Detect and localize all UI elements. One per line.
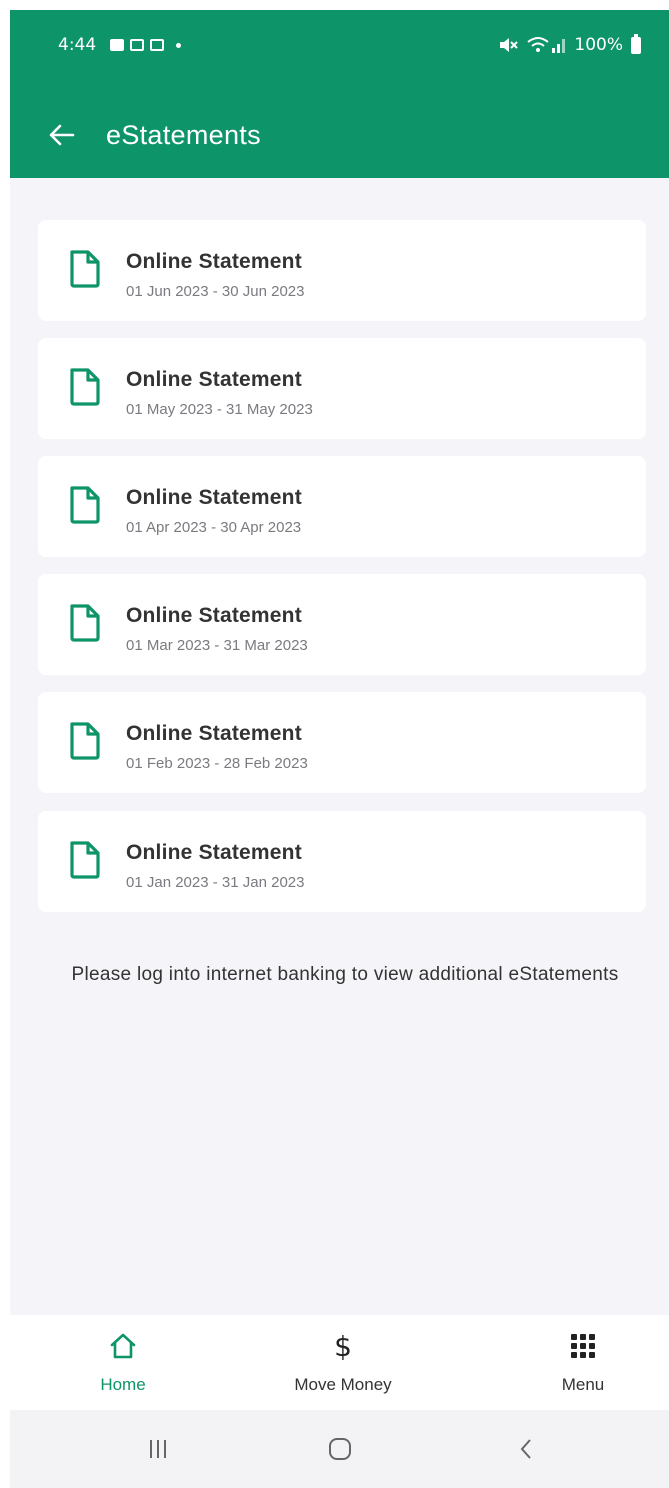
statement-card[interactable]: Online Statement 01 Feb 2023 - 28 Feb 20…	[38, 692, 646, 793]
status-time: 4:44	[58, 35, 97, 55]
recent-apps-button[interactable]	[128, 1410, 188, 1488]
statement-period: 01 Jan 2023 - 31 Jan 2023	[126, 874, 305, 891]
statement-title: Online Statement	[126, 722, 302, 745]
statement-card[interactable]: Online Statement 01 Mar 2023 - 31 Mar 20…	[38, 574, 646, 675]
statement-text: Online Statement 01 Apr 2023 - 30 Apr 20…	[126, 486, 302, 536]
nav-home-label: Home	[100, 1375, 146, 1394]
statement-period: 01 Feb 2023 - 28 Feb 2023	[126, 755, 308, 772]
document-icon	[70, 250, 100, 288]
back-system-button[interactable]	[496, 1410, 556, 1488]
statement-title: Online Statement	[126, 250, 302, 273]
document-icon	[70, 604, 100, 642]
gallery-notification-icon	[110, 39, 125, 51]
mute-icon	[500, 38, 519, 52]
statement-text: Online Statement 01 May 2023 - 31 May 20…	[126, 368, 313, 418]
nav-home[interactable]: Home	[68, 1315, 178, 1410]
statement-period: 01 Jun 2023 - 30 Jun 2023	[126, 283, 305, 300]
wifi-signal-icon	[527, 37, 566, 53]
statement-card[interactable]: Online Statement 01 Apr 2023 - 30 Apr 20…	[38, 456, 646, 557]
phone-screen: 4:44 100% eStatements Online Statement 0…	[0, 0, 669, 1488]
back-button[interactable]	[40, 113, 84, 157]
nav-move-money[interactable]: $ Move Money	[268, 1315, 418, 1410]
home-circle-icon	[329, 1438, 351, 1460]
document-icon	[70, 722, 100, 760]
app-header: 4:44 100% eStatements	[10, 10, 669, 178]
recent-apps-icon	[150, 1440, 166, 1458]
statement-title: Online Statement	[126, 368, 302, 391]
statement-card[interactable]: Online Statement 01 Jan 2023 - 31 Jan 20…	[38, 811, 646, 912]
statement-card[interactable]: Online Statement 01 Jun 2023 - 30 Jun 20…	[38, 220, 646, 321]
nav-menu[interactable]: Menu	[528, 1315, 638, 1410]
statement-card[interactable]: Online Statement 01 May 2023 - 31 May 20…	[38, 338, 646, 439]
status-right: 100%	[498, 33, 641, 55]
bottom-navigation: Home $ Move Money Menu	[10, 1315, 669, 1410]
statement-period: 01 Mar 2023 - 31 Mar 2023	[126, 637, 308, 654]
statement-title: Online Statement	[126, 486, 302, 509]
status-left: 4:44	[58, 35, 182, 55]
statement-title: Online Statement	[126, 604, 302, 627]
additional-statements-notice: Please log into internet banking to view…	[71, 964, 619, 985]
grid-menu-icon	[570, 1329, 596, 1363]
title-row: eStatements	[10, 105, 669, 165]
statement-text: Online Statement 01 Feb 2023 - 28 Feb 20…	[126, 722, 308, 772]
dollar-icon: $	[334, 1329, 352, 1363]
document-icon	[70, 486, 100, 524]
statement-period: 01 Apr 2023 - 30 Apr 2023	[126, 519, 302, 536]
home-system-button[interactable]	[310, 1410, 370, 1488]
battery-percent: 100%	[574, 35, 623, 55]
home-icon	[109, 1329, 137, 1363]
more-notifications-dot-icon	[176, 42, 182, 48]
statement-list-area: Online Statement 01 Jun 2023 - 30 Jun 20…	[10, 178, 669, 1315]
statement-text: Online Statement 01 Jun 2023 - 30 Jun 20…	[126, 250, 304, 300]
statement-text: Online Statement 01 Jan 2023 - 31 Jan 20…	[126, 841, 304, 891]
statement-period: 01 May 2023 - 31 May 2023	[126, 401, 313, 418]
page-title: eStatements	[106, 119, 261, 150]
message-notification-icon	[130, 39, 145, 51]
message-notification-icon-2	[150, 39, 165, 51]
system-navigation-bar	[10, 1410, 669, 1488]
status-bar: 4:44 100%	[10, 10, 669, 80]
statement-text: Online Statement 01 Mar 2023 - 31 Mar 20…	[126, 604, 308, 654]
chevron-left-icon	[520, 1439, 531, 1459]
document-icon	[70, 368, 100, 406]
nav-move-money-label: Move Money	[294, 1375, 392, 1394]
battery-icon	[631, 33, 641, 54]
document-icon	[70, 841, 100, 879]
arrow-left-icon	[49, 124, 75, 146]
statement-title: Online Statement	[126, 841, 302, 864]
nav-menu-label: Menu	[561, 1375, 605, 1394]
